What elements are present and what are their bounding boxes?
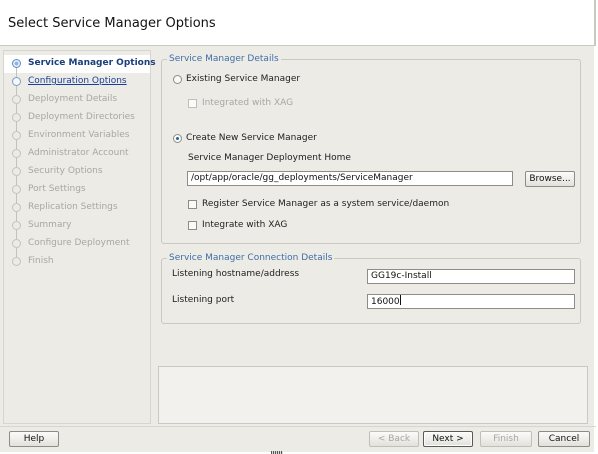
service-manager-details-group: Service Manager Details Existing Service…: [161, 54, 581, 244]
back-button[interactable]: < Back: [369, 431, 419, 447]
existing-service-manager-label: Existing Service Manager: [186, 74, 301, 84]
next-button-label: Next >: [432, 434, 464, 444]
create-radio-circle[interactable]: [173, 133, 182, 143]
step-label: Configuration Options: [28, 76, 127, 86]
step-indicator-icon: [12, 149, 21, 158]
port-input[interactable]: 16000: [367, 294, 575, 309]
integrated-xag-box: [188, 98, 197, 108]
help-button[interactable]: Help: [9, 431, 59, 447]
step-item: Port Settings: [4, 181, 150, 199]
back-button-label: < Back: [377, 434, 411, 444]
create-service-manager-label: Create New Service Manager: [186, 133, 317, 143]
header-edge: [594, 0, 596, 46]
step-label: Summary: [28, 220, 72, 230]
browse-button[interactable]: Browse...: [525, 171, 575, 187]
help-button-label: Help: [23, 434, 45, 444]
connection-details-group: Service Manager Connection Details Liste…: [161, 253, 581, 324]
existing-radio-circle[interactable]: [173, 74, 182, 84]
step-item: Deployment Directories: [4, 109, 150, 127]
step-indicator-icon: [12, 185, 21, 194]
step-label: Finish: [28, 256, 54, 266]
existing-service-manager-radio[interactable]: Existing Service Manager: [173, 74, 300, 84]
text-caret: [399, 295, 401, 305]
footer-separator: [0, 426, 596, 427]
step-indicator-icon: [12, 59, 21, 68]
step-indicator-icon: [12, 95, 21, 104]
step-indicator-icon: [12, 239, 21, 248]
deployment-home-label: Service Manager Deployment Home: [188, 153, 351, 163]
integrate-xag-label: Integrate with XAG: [202, 220, 288, 230]
step-item: Configure Deployment: [4, 235, 150, 253]
step-label: Administrator Account: [28, 148, 129, 158]
create-service-manager-radio[interactable]: Create New Service Manager: [173, 133, 317, 143]
step-item[interactable]: Service Manager Options: [4, 55, 156, 73]
step-label: Port Settings: [28, 184, 86, 194]
step-label: Security Options: [28, 166, 103, 176]
integrate-xag-checkbox[interactable]: Integrate with XAG: [188, 220, 287, 230]
step-item: Environment Variables: [4, 127, 150, 145]
step-label: Deployment Directories: [28, 112, 135, 122]
finish-button-label: Finish: [493, 434, 519, 444]
step-label: Replication Settings: [28, 202, 118, 212]
next-button[interactable]: Next >: [423, 431, 473, 447]
step-item: Summary: [4, 217, 150, 235]
register-service-label: Register Service Manager as a system ser…: [202, 199, 450, 209]
installer-window: Select Service Manager Options Service M…: [0, 0, 596, 452]
message-area: [158, 366, 588, 424]
register-service-box[interactable]: [188, 199, 197, 209]
steps-sidebar: Service Manager Options Configuration Opt…: [3, 50, 156, 424]
page-header: Select Service Manager Options: [0, 0, 596, 46]
service-manager-details-legend: Service Manager Details: [167, 54, 281, 64]
step-indicator-icon: [12, 221, 21, 230]
hostname-input[interactable]: GG19c-Install: [367, 269, 575, 284]
deployment-home-input[interactable]: /opt/app/oracle/gg_deployments/ServiceMa…: [187, 171, 513, 186]
page-title: Select Service Manager Options: [8, 16, 216, 31]
step-item: Finish: [4, 253, 150, 271]
step-item: Replication Settings: [4, 199, 150, 217]
step-label: Environment Variables: [28, 130, 130, 140]
port-value: 16000: [371, 297, 400, 307]
integrated-xag-label: Integrated with XAG: [202, 98, 294, 108]
step-indicator-icon: [12, 203, 21, 212]
step-item: Administrator Account: [4, 145, 150, 163]
step-indicator-icon: [12, 167, 21, 176]
step-label: Deployment Details: [28, 94, 118, 104]
cancel-button[interactable]: Cancel: [538, 431, 590, 447]
cancel-button-label: Cancel: [548, 434, 580, 444]
step-item[interactable]: Configuration Options: [4, 73, 150, 91]
step-item: Security Options: [4, 163, 150, 181]
main-panel: Service Manager Details Existing Service…: [152, 50, 594, 424]
connection-details-legend: Service Manager Connection Details: [167, 253, 335, 263]
step-item: Deployment Details: [4, 91, 150, 109]
step-indicator-icon: [12, 131, 21, 140]
browse-button-label: Browse...: [529, 174, 571, 184]
step-label: Configure Deployment: [28, 238, 130, 248]
step-indicator-icon: [12, 77, 21, 86]
finish-button[interactable]: Finish: [480, 431, 532, 447]
step-indicator-icon: [12, 113, 21, 122]
step-indicator-icon: [12, 257, 21, 266]
step-label: Service Manager Options: [28, 58, 156, 68]
hostname-label: Listening hostname/address: [172, 269, 300, 279]
integrate-xag-box[interactable]: [188, 220, 197, 230]
register-service-checkbox[interactable]: Register Service Manager as a system ser…: [188, 199, 449, 209]
integrated-xag-checkbox: Integrated with XAG: [188, 98, 293, 108]
port-label: Listening port: [172, 295, 235, 305]
